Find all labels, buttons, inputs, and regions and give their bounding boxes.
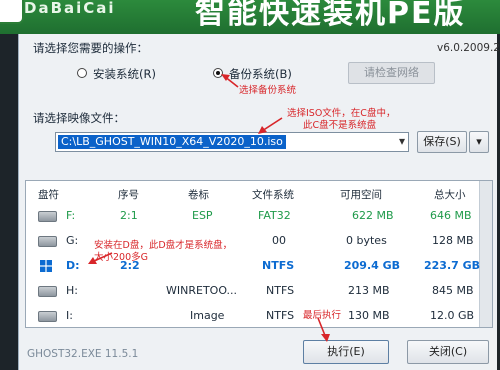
annotation-d-2: 大小200多G bbox=[94, 252, 148, 263]
cell-fs: 00 bbox=[272, 234, 286, 247]
cell-free: 213 MB bbox=[348, 284, 390, 297]
chevron-down-icon: ▾ bbox=[476, 135, 482, 148]
cell-total: 646 MB bbox=[430, 209, 472, 222]
dropdown-arrow-icon[interactable]: ▾ bbox=[399, 134, 405, 148]
brand-name: DaBaiCai bbox=[24, 0, 116, 17]
save-button[interactable]: 保存(S) bbox=[417, 131, 467, 153]
annotation-iso-1: 选择ISO文件，在C盘中， bbox=[287, 108, 396, 119]
cell-fs: NTFS bbox=[262, 259, 295, 272]
cell-total: 128 MB bbox=[432, 234, 474, 247]
version-label: v6.0.2009.25 bbox=[437, 42, 500, 54]
disk-icon bbox=[38, 286, 57, 297]
col-header-label[interactable]: 卷标 bbox=[188, 187, 209, 202]
radio-checked-icon bbox=[213, 68, 223, 78]
disk-icon bbox=[38, 211, 57, 222]
col-header-fs[interactable]: 文件系统 bbox=[252, 187, 294, 202]
table-row[interactable]: H: WINRETOO... NTFS 213 MB 845 MB bbox=[26, 280, 481, 302]
cell-fs: NTFS bbox=[266, 309, 295, 322]
backup-system-label: 备份系统(B) bbox=[229, 67, 292, 81]
cell-total: 12.0 GB bbox=[430, 309, 475, 322]
cell-total: 223.7 GB bbox=[424, 259, 481, 272]
disk-icon bbox=[38, 236, 57, 247]
col-header-total[interactable]: 总大小 bbox=[434, 187, 466, 202]
cell-label: Image bbox=[190, 309, 225, 322]
operation-prompt: 请选择您需要的操作： bbox=[33, 41, 148, 55]
image-path-combo[interactable]: C:\LB_GHOST_WIN10_X64_V2020_10.iso ▾ bbox=[55, 132, 409, 152]
cell-free: 209.4 GB bbox=[344, 259, 401, 272]
cell-label: WINRETOO... bbox=[166, 284, 238, 297]
cell-drive: D: bbox=[66, 259, 80, 272]
cell-drive: I: bbox=[66, 309, 73, 322]
cell-fs: NTFS bbox=[266, 284, 295, 297]
annotation-backup: 选择备份系统 bbox=[239, 85, 297, 96]
windows-logo-icon bbox=[40, 260, 52, 272]
check-network-button[interactable]: 请检查网络 bbox=[348, 62, 435, 84]
cell-label: ESP bbox=[192, 209, 213, 222]
col-header-index[interactable]: 序号 bbox=[118, 187, 139, 202]
cell-free: 130 MB bbox=[348, 309, 390, 322]
cell-fs: FAT32 bbox=[258, 209, 291, 222]
backup-system-radio[interactable]: 备份系统(B) bbox=[213, 66, 313, 82]
save-dropdown-button[interactable]: ▾ bbox=[469, 131, 489, 153]
radio-unchecked-icon bbox=[77, 68, 87, 78]
cell-total: 845 MB bbox=[432, 284, 474, 297]
close-button[interactable]: 关闭(C) bbox=[407, 340, 489, 364]
cell-index: 2:1 bbox=[120, 209, 138, 222]
logo-icon bbox=[0, 0, 24, 24]
image-prompt: 请选择映像文件： bbox=[33, 111, 125, 125]
app-header: DaBaiCai 智能快速装机PE版 bbox=[0, 0, 500, 34]
cell-free: 622 MB bbox=[352, 209, 394, 222]
table-row[interactable]: I: Image NTFS 130 MB 12.0 GB bbox=[26, 305, 481, 327]
col-header-drive[interactable]: 盘符 bbox=[38, 187, 59, 202]
annotation-iso-2: 此C盘不是系统盘 bbox=[303, 120, 377, 131]
execute-button[interactable]: 执行(E) bbox=[303, 340, 389, 364]
col-header-free[interactable]: 可用空间 bbox=[340, 187, 382, 202]
header-banner: 智能快速装机PE版 bbox=[195, 0, 466, 31]
image-path-value: C:\LB_GHOST_WIN10_X64_V2020_10.iso bbox=[58, 135, 286, 149]
cell-free: 0 bytes bbox=[346, 234, 387, 247]
annotation-d-1: 安装在D盘，此D盘才是系统盘， bbox=[94, 240, 233, 251]
annotation-execute: 最后执行 bbox=[303, 310, 342, 321]
table-row[interactable]: F: 2:1 ESP FAT32 622 MB 646 MB bbox=[26, 205, 481, 227]
cell-drive: F: bbox=[66, 209, 76, 222]
install-system-radio[interactable]: 安装系统(R) bbox=[77, 66, 177, 82]
save-button-label: 保存(S) bbox=[423, 135, 461, 148]
cell-drive: H: bbox=[66, 284, 78, 297]
status-text: GHOST32.EXE 11.5.1 bbox=[27, 348, 139, 360]
disk-icon bbox=[38, 311, 57, 322]
install-system-label: 安装系统(R) bbox=[93, 67, 156, 81]
cell-drive: G: bbox=[66, 234, 79, 247]
main-panel: 请选择您需要的操作： v6.0.2009.25 安装系统(R) 备份系统(B) … bbox=[18, 34, 500, 370]
